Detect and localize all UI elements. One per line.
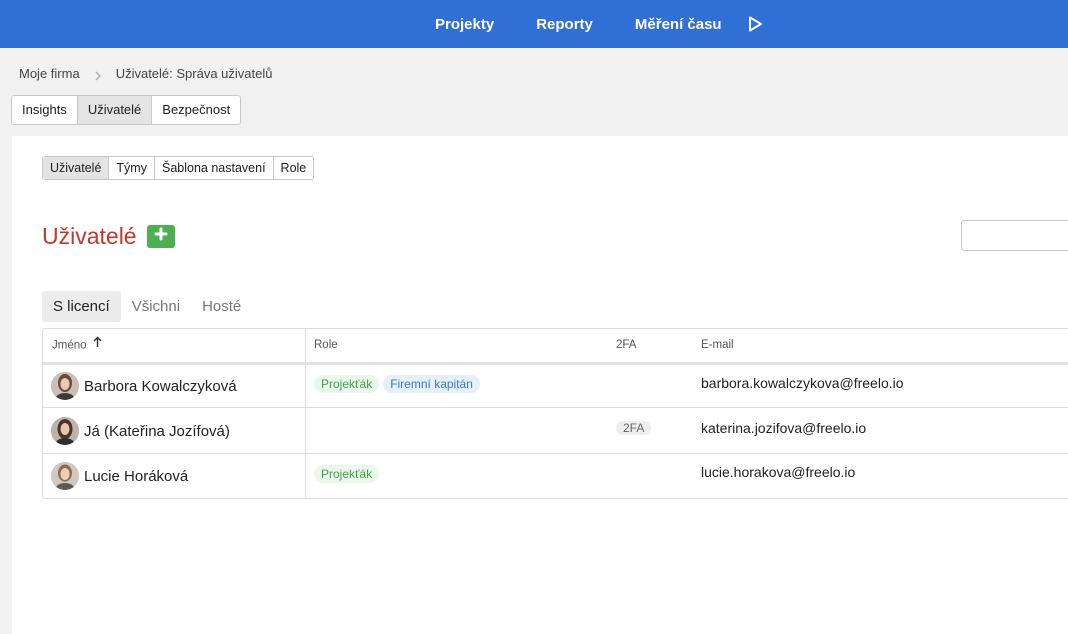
breadcrumb-item-company[interactable]: Moje firma	[19, 66, 80, 81]
column-header-2fa[interactable]: 2FA	[616, 329, 636, 362]
column-header-name[interactable]: Jméno	[52, 329, 102, 362]
top-nav: Projekty Reporty Měření času	[435, 0, 764, 48]
subtab-teams[interactable]: Týmy	[109, 157, 155, 179]
user-name[interactable]: Já (Kateřina Jozífová)	[84, 423, 230, 440]
breadcrumb: Moje firma Uživatelé: Správa uživatelů	[19, 66, 273, 81]
twofa-cell: 2FA	[616, 419, 655, 437]
avatar	[51, 417, 79, 445]
user-email: barbora.kowalczykova@freelo.io	[701, 375, 904, 391]
top-navigation-bar: Projekty Reporty Měření času	[0, 0, 1068, 48]
avatar	[51, 372, 79, 400]
role-badge: Projekťák	[314, 465, 380, 483]
subtab-settings-template[interactable]: Šablona nastavení	[155, 157, 274, 179]
table-row[interactable]: Lucie Horáková Projekťák lucie.horakova@…	[43, 454, 1068, 499]
search-input[interactable]	[961, 220, 1068, 251]
role-badge: Firemní kapitán	[383, 375, 480, 393]
filter-licensed[interactable]: S licencí	[42, 291, 121, 322]
sub-tabs: Uživatelé Týmy Šablona nastavení Role	[42, 156, 315, 180]
subtab-users[interactable]: Uživatelé	[43, 157, 110, 179]
role-badges: Projekťák	[314, 465, 383, 483]
tab-users[interactable]: Uživatelé	[77, 96, 153, 124]
filter-guests[interactable]: Hosté	[191, 291, 252, 322]
nav-mereni-casu[interactable]: Měření času	[635, 16, 722, 33]
role-badge: Projekťák	[314, 375, 380, 393]
avatar	[51, 462, 79, 490]
column-header-role[interactable]: Role	[314, 329, 338, 362]
chevron-right-icon	[94, 69, 102, 80]
tab-insights[interactable]: Insights	[12, 96, 78, 124]
table-header: Jméno Role 2FA E-mail	[43, 329, 1068, 365]
nav-reporty[interactable]: Reporty	[536, 16, 593, 33]
table-row[interactable]: Barbora Kowalczyková Projekťák Firemní k…	[43, 363, 1068, 408]
user-email: katerina.jozifova@freelo.io	[701, 420, 867, 436]
user-name[interactable]: Barbora Kowalczyková	[84, 378, 237, 395]
user-filters: S licencí Všichni Hosté	[42, 291, 252, 322]
tab-security[interactable]: Bezpečnost	[152, 96, 240, 124]
table-row[interactable]: Já (Kateřina Jozífová) 2FA katerina.jozi…	[43, 409, 1068, 454]
add-user-button[interactable]	[147, 225, 175, 248]
breadcrumb-item-current: Uživatelé: Správa uživatelů	[115, 66, 273, 81]
play-icon[interactable]	[746, 15, 764, 33]
column-header-name-label: Jméno	[52, 339, 87, 352]
content-panel: Uživatelé Týmy Šablona nastavení Role Už…	[12, 136, 1068, 634]
user-email: lucie.horakova@freelo.io	[701, 464, 856, 480]
plus-icon	[154, 227, 168, 246]
twofa-badge: 2FA	[616, 421, 652, 435]
main-tabs: Insights Uživatelé Bezpečnost	[11, 95, 242, 125]
column-header-email[interactable]: E-mail	[701, 329, 734, 362]
user-name[interactable]: Lucie Horáková	[84, 468, 188, 485]
users-table: Jméno Role 2FA E-mail Barbora Kowalczyko…	[42, 328, 1068, 499]
page-title: Uživatelé	[42, 223, 137, 249]
filter-all[interactable]: Všichni	[121, 291, 191, 322]
role-badges: Projekťák Firemní kapitán	[314, 375, 484, 393]
subtab-roles[interactable]: Role	[274, 157, 314, 179]
nav-projekty[interactable]: Projekty	[435, 16, 494, 33]
arrow-up-icon	[93, 329, 102, 362]
